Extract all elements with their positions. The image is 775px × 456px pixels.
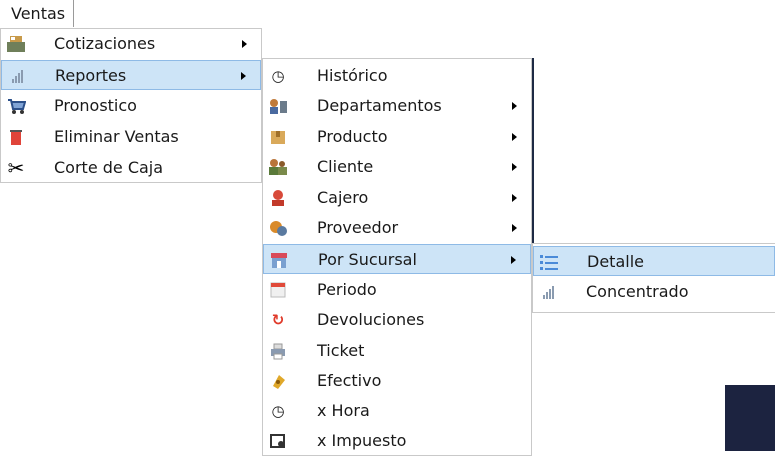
- bar-chart-icon: [537, 281, 559, 303]
- chevron-right-icon: [511, 256, 516, 264]
- por-sucursal-menu: Detalle Concentrado: [532, 243, 775, 313]
- list-icon: [538, 251, 560, 273]
- clock-history-icon: ◷: [271, 401, 285, 420]
- trash-icon: [5, 126, 27, 148]
- menu-item-corte-de-caja[interactable]: ✂ Corte de Caja: [1, 153, 261, 183]
- chevron-right-icon: [241, 72, 246, 80]
- departments-icon: [267, 95, 289, 117]
- money-bag-icon: [267, 370, 289, 392]
- menu-item-detalle[interactable]: Detalle: [533, 246, 775, 276]
- tax-icon: [267, 430, 289, 452]
- calendar-icon: [267, 279, 289, 301]
- menu-ventas[interactable]: Ventas: [0, 0, 75, 27]
- menu-item-historico[interactable]: ◷ Histórico: [263, 61, 531, 91]
- printer-icon: [267, 340, 289, 362]
- menu-item-eliminar-ventas[interactable]: Eliminar Ventas: [1, 122, 261, 152]
- reportes-menu: ◷ Histórico Departamentos Producto Clien…: [262, 58, 532, 456]
- store-icon: [268, 249, 290, 271]
- menu-item-periodo[interactable]: Periodo: [263, 275, 531, 305]
- cart-icon: [5, 95, 27, 117]
- menu-item-producto[interactable]: Producto: [263, 122, 531, 152]
- menu-item-cotizaciones[interactable]: Cotizaciones: [1, 29, 261, 59]
- menu-item-efectivo[interactable]: Efectivo: [263, 366, 531, 396]
- menu-item-devoluciones[interactable]: ↻ Devoluciones: [263, 305, 531, 335]
- history-icon: ◷: [271, 66, 285, 85]
- scissors-icon: ✂: [7, 156, 25, 180]
- supplier-icon: [267, 217, 289, 239]
- menu-item-pronostico[interactable]: Pronostico: [1, 91, 261, 121]
- product-box-icon: [267, 126, 289, 148]
- menu-item-ticket[interactable]: Ticket: [263, 336, 531, 366]
- cashier-icon: [267, 187, 289, 209]
- refresh-icon: ↻: [271, 310, 285, 329]
- chevron-right-icon: [512, 224, 517, 232]
- menu-item-reportes[interactable]: Reportes: [1, 60, 261, 90]
- menu-item-cliente[interactable]: Cliente: [263, 152, 531, 182]
- menu-item-concentrado[interactable]: Concentrado: [533, 277, 775, 307]
- menu-item-departamentos[interactable]: Departamentos: [263, 91, 531, 121]
- menu-item-por-sucursal[interactable]: Por Sucursal: [263, 244, 531, 274]
- menu-item-cajero[interactable]: Cajero: [263, 183, 531, 213]
- menu-bar: Ventas: [0, 0, 775, 28]
- menu-item-x-hora[interactable]: ◷ x Hora: [263, 396, 531, 426]
- chevron-right-icon: [512, 102, 517, 110]
- chevron-right-icon: [512, 194, 517, 202]
- chevron-right-icon: [512, 133, 517, 141]
- chevron-right-icon: [512, 163, 517, 171]
- background-window: [725, 385, 775, 451]
- menu-item-proveedor[interactable]: Proveedor: [263, 213, 531, 243]
- bar-chart-icon: [6, 65, 28, 87]
- client-icon: [267, 156, 289, 178]
- ventas-menu: Cotizaciones Reportes Pronostico Elimina…: [0, 28, 262, 183]
- chevron-right-icon: [242, 40, 247, 48]
- menu-item-x-impuesto[interactable]: x Impuesto: [263, 426, 531, 456]
- register-icon: [5, 33, 27, 55]
